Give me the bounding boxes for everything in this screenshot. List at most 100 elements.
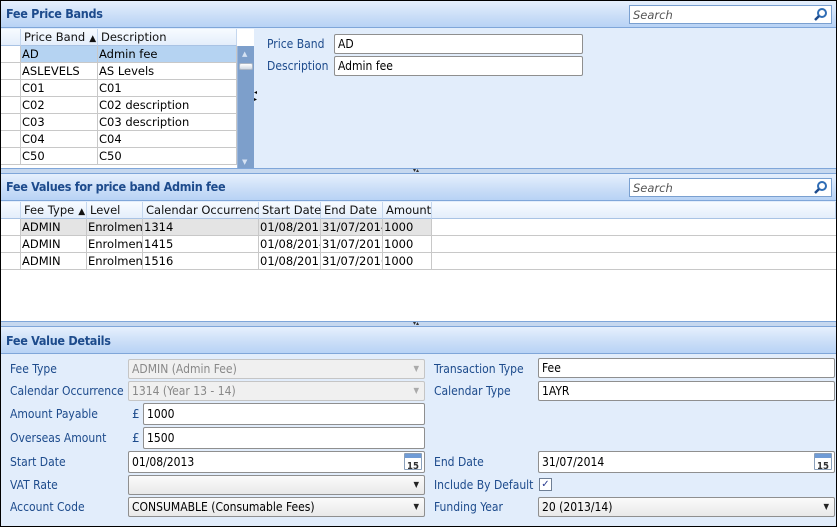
row-selector[interactable] (1, 219, 21, 236)
price-band-row[interactable]: C01 C01 (1, 80, 237, 97)
fee-value-row[interactable]: ADMIN Enrolment 1516 01/08/2015 31/07/2016 10… (1, 253, 836, 270)
vat-rate-label: VAT Rate (10, 478, 58, 492)
column-header-end-date[interactable]: End Date (321, 202, 383, 219)
column-header-fee-type[interactable]: Fee Type ▲ (21, 202, 87, 219)
end-date-cell[interactable]: 31/07/2015 (321, 236, 383, 253)
price-band-cell[interactable]: ASLEVELS (21, 63, 98, 80)
fee-value-row[interactable]: ADMIN Enrolment 1314 01/08/2013 31/07/2014 10… (1, 219, 836, 236)
row-selector[interactable] (1, 253, 21, 270)
start-date-cell[interactable]: 01/08/2015 (259, 253, 321, 270)
calendar-occurrence-cell[interactable]: 1314 (143, 219, 259, 236)
start-date-cell[interactable]: 01/08/2014 (259, 236, 321, 253)
fee-type-cell[interactable]: ADMIN (21, 253, 87, 270)
price-band-row[interactable]: AD Admin fee (1, 46, 237, 63)
scroll-thumb[interactable] (239, 63, 253, 70)
overseas-amount-field[interactable]: 1500 (143, 427, 425, 449)
amount-cell[interactable]: 1000 (383, 253, 432, 270)
end-date-picker[interactable]: 31/07/2014 15 (538, 451, 835, 473)
row-selector[interactable] (1, 236, 21, 253)
price-bands-search[interactable] (629, 5, 832, 24)
start-date-label: Start Date (10, 455, 66, 469)
column-header-start-date[interactable]: Start Date (259, 202, 321, 219)
include-by-default-label: Include By Default (434, 478, 534, 492)
chevron-down-icon: ▼ (413, 502, 419, 511)
description-cell[interactable]: C01 (98, 80, 237, 97)
fee-type-cell[interactable]: ADMIN (21, 219, 87, 236)
price-band-row[interactable]: ASLEVELS AS Levels (1, 63, 237, 80)
price-band-cell[interactable]: C04 (21, 131, 98, 148)
row-selector[interactable] (1, 63, 21, 80)
description-cell[interactable]: C02 description (98, 97, 237, 114)
amount-cell[interactable]: 1000 (383, 236, 432, 253)
start-date-cell[interactable]: 01/08/2013 (259, 219, 321, 236)
price-bands-search-input[interactable] (630, 6, 805, 23)
price-band-cell[interactable]: C01 (21, 80, 98, 97)
calendar-occurrence-value: 1314 (Year 13 - 14) (132, 384, 236, 398)
price-band-cell[interactable]: C50 (21, 148, 98, 165)
level-cell[interactable]: Enrolment (87, 219, 143, 236)
calendar-occurrence-cell[interactable]: 1516 (143, 253, 259, 270)
transaction-type-field[interactable]: Fee (538, 358, 835, 378)
description-cell[interactable]: C04 (98, 131, 237, 148)
row-selector[interactable] (1, 148, 21, 165)
account-code-value: CONSUMABLE (Consumable Fees) (132, 500, 315, 514)
amount-payable-label: Amount Payable (10, 407, 98, 421)
scrollbar-corner (237, 29, 254, 46)
fee-type-cell[interactable]: ADMIN (21, 236, 87, 253)
price-band-row[interactable]: C03 C03 description (1, 114, 237, 131)
price-band-row[interactable]: C50 C50 (1, 148, 237, 165)
calendar-occurrence-cell[interactable]: 1415 (143, 236, 259, 253)
price-band-cell[interactable]: C03 (21, 114, 98, 131)
start-date-picker[interactable]: 01/08/2013 15 (128, 451, 425, 473)
row-selector[interactable] (1, 97, 21, 114)
row-selector[interactable] (1, 80, 21, 97)
vertical-splitter-grip-icon[interactable]: ◂ ▸ (254, 89, 257, 103)
account-code-dropdown[interactable]: CONSUMABLE (Consumable Fees) ▼ (128, 497, 425, 517)
fee-values-search[interactable] (629, 178, 832, 197)
column-header-label: Price Band (24, 30, 86, 44)
column-header-level[interactable]: Level (87, 202, 143, 219)
row-selector[interactable] (1, 46, 21, 63)
price-band-row[interactable]: C04 C04 (1, 131, 237, 148)
price-bands-scrollbar[interactable]: ▲ ▼ (237, 46, 254, 168)
description-cell[interactable]: C03 description (98, 114, 237, 131)
price-band-cell[interactable]: C02 (21, 97, 98, 114)
price-band-field[interactable]: AD (334, 34, 583, 54)
column-header-calendar-occurrence[interactable]: Calendar Occurrence (143, 202, 267, 219)
price-band-cell[interactable]: AD (21, 46, 98, 63)
fee-value-row[interactable]: ADMIN Enrolment 1415 01/08/2014 31/07/2015 10… (1, 236, 836, 253)
search-icon[interactable] (813, 7, 828, 22)
overseas-amount-label: Overseas Amount (10, 431, 107, 445)
description-cell[interactable]: Admin fee (98, 46, 237, 63)
row-selector[interactable] (1, 114, 21, 131)
vat-rate-dropdown[interactable]: ▼ (128, 475, 425, 495)
column-header-filler (432, 202, 836, 219)
column-header-amount[interactable]: Amount (383, 202, 432, 219)
search-icon[interactable] (813, 180, 828, 195)
price-band-row[interactable]: C02 C02 description (1, 97, 237, 114)
scroll-up-icon[interactable]: ▲ (242, 50, 247, 58)
include-by-default-checkbox[interactable]: ✓ (539, 478, 552, 491)
calendar-day: 15 (817, 461, 829, 472)
fee-values-search-input[interactable] (630, 179, 805, 196)
end-date-cell[interactable]: 31/07/2016 (321, 253, 383, 270)
level-cell[interactable]: Enrolment (87, 253, 143, 270)
calendar-icon[interactable]: 15 (404, 453, 422, 472)
calendar-type-field[interactable]: 1AYR (538, 381, 835, 401)
end-date-cell[interactable]: 31/07/2014 (321, 219, 383, 236)
description-cell[interactable]: AS Levels (98, 63, 237, 80)
sort-ascending-icon: ▲ (89, 34, 97, 44)
scroll-down-icon[interactable]: ▼ (242, 158, 247, 166)
level-cell[interactable]: Enrolment (87, 236, 143, 253)
column-header-price-band[interactable]: Price Band ▲ (21, 29, 98, 46)
description-cell[interactable]: C50 (98, 148, 237, 165)
amount-payable-field[interactable]: 1000 (143, 403, 425, 425)
calendar-icon[interactable]: 15 (814, 453, 832, 472)
chevron-down-icon: ▼ (413, 364, 419, 373)
row-selector[interactable] (1, 131, 21, 148)
amount-cell[interactable]: 1000 (383, 219, 432, 236)
transaction-type-label: Transaction Type (434, 362, 524, 376)
column-header-description[interactable]: Description (98, 29, 237, 46)
description-field[interactable]: Admin fee (334, 56, 583, 76)
funding-year-dropdown[interactable]: 20 (2013/14) ▼ (538, 497, 835, 517)
